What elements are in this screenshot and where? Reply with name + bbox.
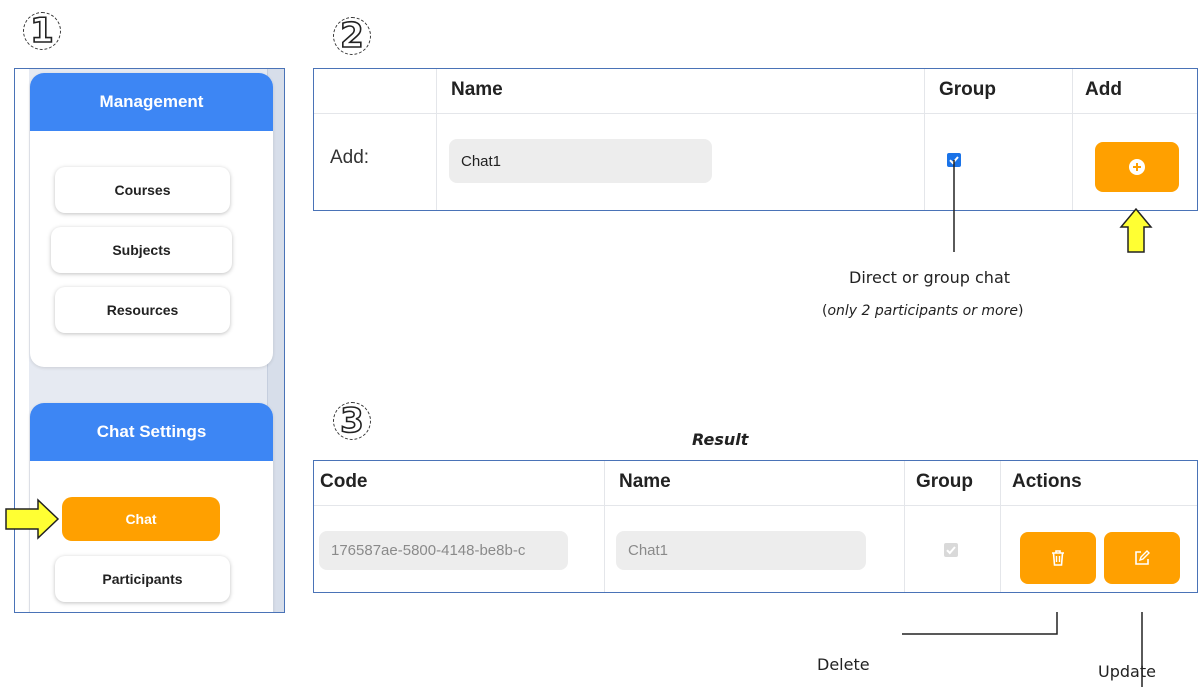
update-button[interactable] [1104, 532, 1180, 584]
group-annotation-title: Direct or group chat [849, 268, 1011, 287]
delete-button[interactable] [1020, 532, 1096, 584]
delete-annotation: Delete [817, 655, 870, 674]
result-title: Result [692, 430, 749, 449]
update-annotation: Update [1098, 662, 1156, 681]
result-table: Code Name Group Actions 176587ae-5800-41… [313, 460, 1198, 593]
result-actions-header: Actions [1012, 471, 1082, 492]
trash-icon [1052, 550, 1064, 566]
result-name-header: Name [619, 471, 671, 492]
result-group-checkbox [944, 543, 958, 557]
result-group-header: Group [916, 471, 973, 492]
result-name-field: Chat1 [616, 531, 866, 570]
group-annotation-note: (only 2 participants or more) [822, 303, 1024, 319]
edit-icon [1135, 550, 1150, 565]
result-code-field: 176587ae-5800-4148-be8b-c [319, 531, 568, 570]
result-code-header: Code [320, 471, 368, 492]
